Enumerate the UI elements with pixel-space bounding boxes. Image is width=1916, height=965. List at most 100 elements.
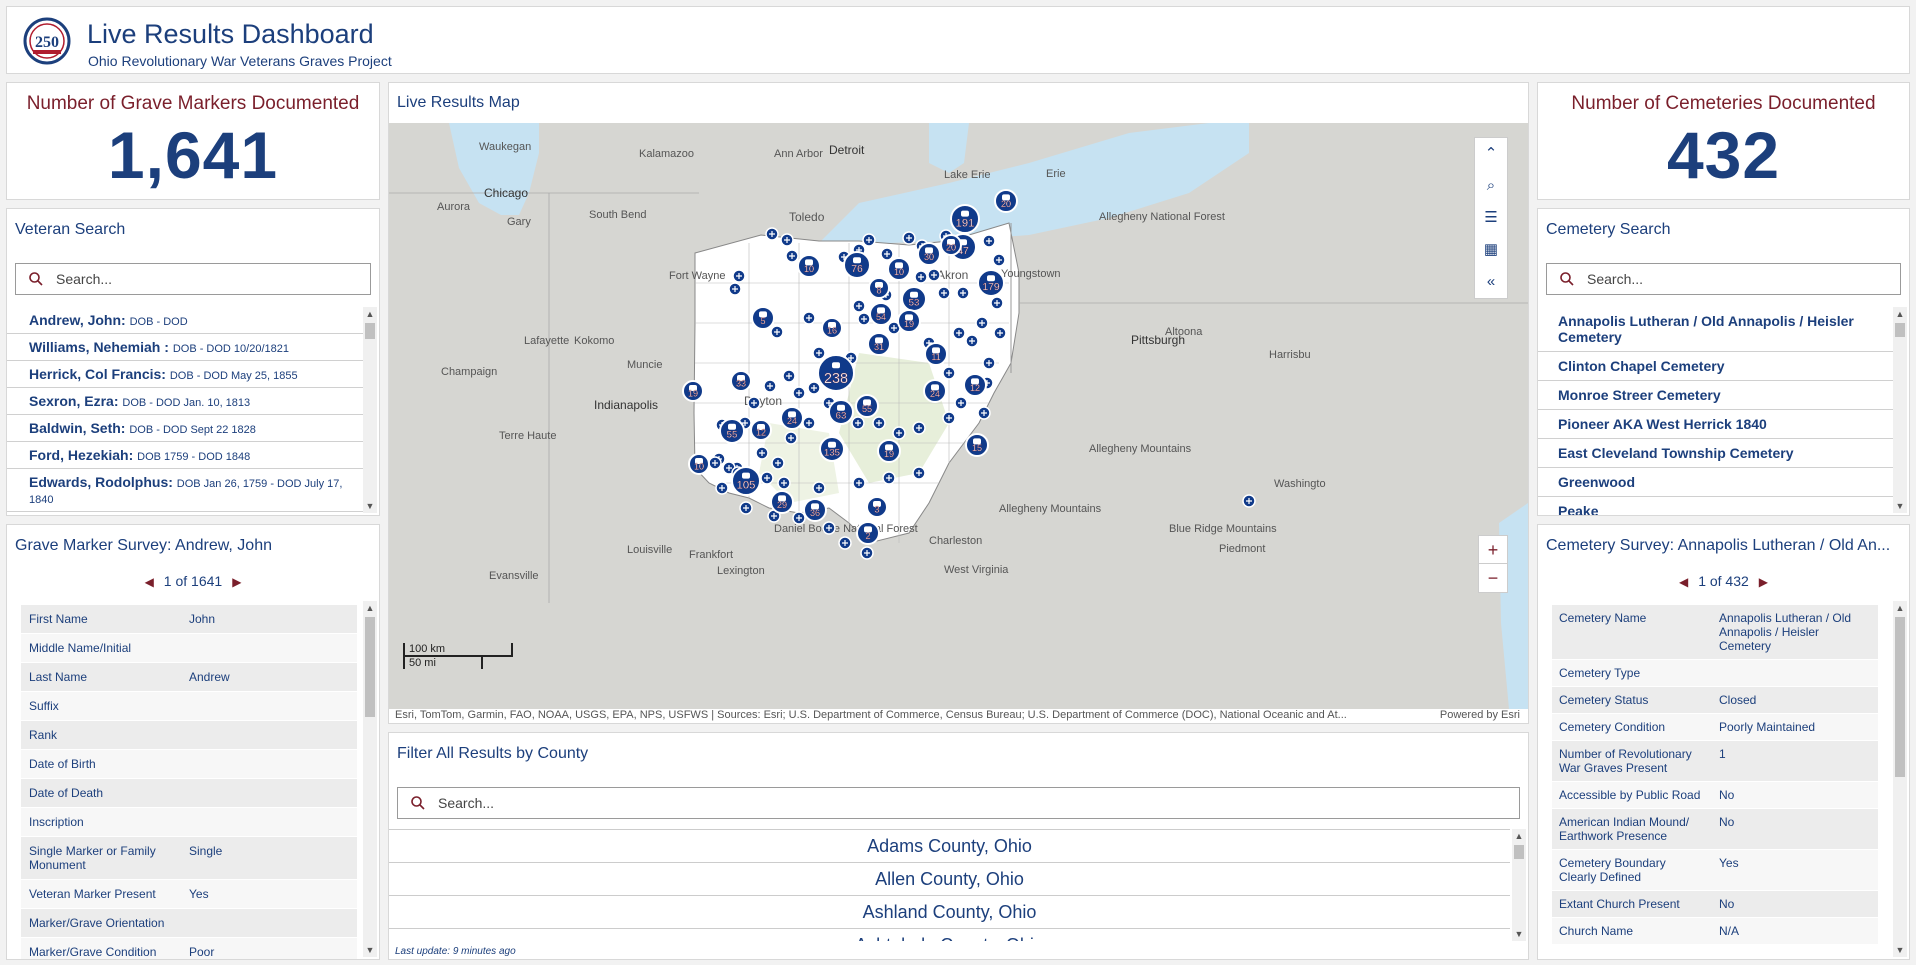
survey-field-row: Date of Birth bbox=[21, 749, 357, 779]
scroll-thumb[interactable] bbox=[1895, 617, 1905, 777]
veteran-list-item[interactable]: Herrick, Col Francis: DOB - DOD May 25, … bbox=[7, 361, 363, 388]
cemetery-survey-title: Cemetery Survey: Annapolis Lutheran / Ol… bbox=[1546, 537, 1891, 554]
scroll-down-icon[interactable]: ▼ bbox=[365, 501, 375, 511]
veteran-list-item[interactable]: Baldwin, Seth: DOB - DOD Sept 22 1828 bbox=[7, 415, 363, 442]
scroll-up-icon[interactable]: ▲ bbox=[365, 309, 375, 319]
cemetery-list-item[interactable]: Greenwood bbox=[1538, 468, 1893, 497]
cluster-marker[interactable]: 10 bbox=[688, 453, 710, 475]
cluster-marker[interactable]: 16 bbox=[821, 317, 843, 339]
cluster-marker[interactable]: 20 bbox=[994, 189, 1018, 213]
veteran-search-input[interactable] bbox=[56, 269, 340, 289]
cluster-marker[interactable]: 33 bbox=[730, 370, 752, 392]
cluster-marker[interactable]: 10 bbox=[887, 257, 911, 281]
previous-record-icon[interactable]: ◀ bbox=[1679, 575, 1688, 589]
cluster-marker[interactable]: 238 bbox=[817, 354, 855, 392]
scroll-up-icon[interactable]: ▲ bbox=[1895, 603, 1905, 613]
cluster-marker[interactable]: 31 bbox=[867, 332, 891, 356]
field-value: Andrew bbox=[181, 662, 357, 692]
cluster-marker[interactable]: 24 bbox=[780, 406, 804, 430]
cluster-marker[interactable]: 20 bbox=[940, 234, 962, 256]
veteran-list-item[interactable]: Edwards, Rodolphus: DOB Jan 26, 1759 - D… bbox=[7, 469, 363, 512]
cluster-marker[interactable]: 191 bbox=[950, 204, 980, 234]
county-list: Adams County, Ohio Allen County, Ohio Ashl… bbox=[389, 829, 1510, 941]
cluster-marker[interactable]: 55 bbox=[855, 394, 879, 418]
cemetery-list-scrollbar[interactable]: ▲ ▼ bbox=[1893, 307, 1907, 513]
county-list-item[interactable]: Ashland County, Ohio bbox=[389, 895, 1510, 928]
county-list-item[interactable]: Adams County, Ohio bbox=[389, 829, 1510, 862]
scroll-down-icon[interactable]: ▼ bbox=[1895, 945, 1905, 955]
next-record-icon[interactable]: ▶ bbox=[232, 575, 241, 589]
zoom-in-button[interactable]: + bbox=[1478, 535, 1508, 565]
veteran-list-item[interactable]: Ford, Hezekiah: DOB 1759 - DOD 1848 bbox=[7, 442, 363, 469]
scroll-up-icon[interactable]: ▲ bbox=[1895, 309, 1905, 319]
previous-record-icon[interactable]: ◀ bbox=[145, 575, 154, 589]
cluster-marker[interactable]: 11 bbox=[924, 342, 948, 366]
powered-by-esri-link[interactable]: Powered by Esri bbox=[1433, 709, 1520, 721]
collapse-up-icon[interactable]: ⌃ bbox=[1475, 138, 1507, 170]
county-search-input[interactable] bbox=[438, 793, 1335, 813]
grave-survey-scrollbar[interactable]: ▲ ▼ bbox=[363, 601, 377, 957]
cemetery-list-item[interactable]: East Cleveland Township Cemetery bbox=[1538, 439, 1893, 468]
county-list-item[interactable]: Allen County, Ohio bbox=[389, 862, 1510, 895]
cluster-marker[interactable]: 179 bbox=[977, 269, 1005, 297]
cluster-marker[interactable]: 54 bbox=[869, 302, 893, 326]
cluster-count-label: 20 bbox=[1001, 199, 1011, 209]
collapse-left-icon[interactable]: « bbox=[1475, 266, 1507, 298]
cluster-marker[interactable]: 5 bbox=[751, 306, 775, 330]
next-record-icon[interactable]: ▶ bbox=[1759, 575, 1768, 589]
scroll-down-icon[interactable]: ▼ bbox=[1895, 501, 1905, 511]
cemetery-search-input[interactable] bbox=[1587, 269, 1870, 289]
field-value: No bbox=[1712, 781, 1878, 809]
search-icon[interactable]: ⌕ bbox=[1475, 170, 1507, 202]
cluster-marker[interactable]: 19 bbox=[877, 439, 901, 463]
scroll-up-icon[interactable]: ▲ bbox=[365, 603, 375, 613]
cemetery-survey-scrollbar[interactable]: ▲ ▼ bbox=[1893, 601, 1907, 957]
scroll-thumb[interactable] bbox=[1895, 323, 1905, 337]
cluster-marker[interactable]: 135 bbox=[819, 436, 845, 462]
cluster-marker[interactable]: 63 bbox=[828, 399, 854, 425]
cluster-marker[interactable]: 55 bbox=[719, 418, 745, 444]
cluster-marker[interactable]: 12 bbox=[750, 419, 772, 441]
zoom-out-button[interactable]: − bbox=[1478, 563, 1508, 593]
cluster-marker[interactable]: 30 bbox=[917, 242, 941, 266]
grave-survey-pager: ◀ 1 of 1641 ▶ bbox=[7, 573, 379, 589]
cemetery-list-item[interactable]: Monroe Streer Cemetery bbox=[1538, 381, 1893, 410]
veteran-list-item[interactable]: Sexron, Ezra: DOB - DOD Jan. 10, 1813 bbox=[7, 388, 363, 415]
cluster-marker[interactable]: 10 bbox=[797, 254, 821, 278]
cluster-marker[interactable]: 53 bbox=[901, 286, 927, 312]
cluster-marker[interactable]: 105 bbox=[731, 466, 761, 496]
veteran-list-item[interactable]: Andrew, John: DOB - DOD bbox=[7, 307, 363, 334]
scroll-thumb[interactable] bbox=[365, 617, 375, 717]
cluster-count-label: 191 bbox=[956, 218, 975, 230]
field-label: Last Name bbox=[21, 662, 181, 692]
cluster-marker[interactable]: 15 bbox=[965, 433, 989, 457]
cluster-marker[interactable]: 19 bbox=[897, 309, 921, 333]
list-icon[interactable]: ☰ bbox=[1475, 202, 1507, 234]
scroll-thumb[interactable] bbox=[1514, 845, 1524, 859]
cluster-marker[interactable]: 19 bbox=[682, 380, 704, 402]
scroll-down-icon[interactable]: ▼ bbox=[365, 945, 375, 955]
scroll-up-icon[interactable]: ▲ bbox=[1514, 831, 1524, 841]
cluster-marker[interactable]: 29 bbox=[770, 490, 794, 514]
veteran-list-scrollbar[interactable]: ▲ ▼ bbox=[363, 307, 377, 513]
cemetery-list-item[interactable]: Annapolis Lutheran / Old Annapolis / Hei… bbox=[1538, 307, 1893, 352]
cemetery-survey-pager: ◀ 1 of 432 ▶ bbox=[1538, 573, 1909, 589]
cluster-marker[interactable]: 2 bbox=[856, 521, 880, 545]
cemetery-list-item[interactable]: Peake bbox=[1538, 497, 1893, 515]
cluster-marker[interactable]: 12 bbox=[963, 373, 987, 397]
county-list-item[interactable]: Ashtabula County, Ohio bbox=[389, 928, 1510, 941]
cemetery-list-item[interactable]: Pioneer AKA West Herrick 1840 bbox=[1538, 410, 1893, 439]
cemetery-list-item[interactable]: Clinton Chapel Cemetery bbox=[1538, 352, 1893, 381]
cluster-marker[interactable]: 36 bbox=[803, 498, 827, 522]
veteran-list-item[interactable]: Williams, Nehemiah : DOB - DOD 10/20/182… bbox=[7, 334, 363, 361]
veteran-dates: DOB - DOD bbox=[129, 316, 188, 328]
cluster-marker[interactable]: 3 bbox=[866, 496, 888, 518]
cluster-marker[interactable]: 24 bbox=[923, 379, 947, 403]
county-list-scrollbar[interactable]: ▲ ▼ bbox=[1512, 829, 1526, 941]
cluster-marker[interactable]: 8 bbox=[868, 277, 890, 299]
qr-code-icon[interactable]: ▦ bbox=[1475, 234, 1507, 266]
cluster-marker[interactable]: 76 bbox=[843, 251, 871, 279]
scroll-down-icon[interactable]: ▼ bbox=[1514, 929, 1524, 939]
map-view[interactable]: Waukegan Chicago Gary Aurora South Bend Kalam… bbox=[389, 123, 1528, 709]
scroll-thumb[interactable] bbox=[365, 323, 375, 339]
